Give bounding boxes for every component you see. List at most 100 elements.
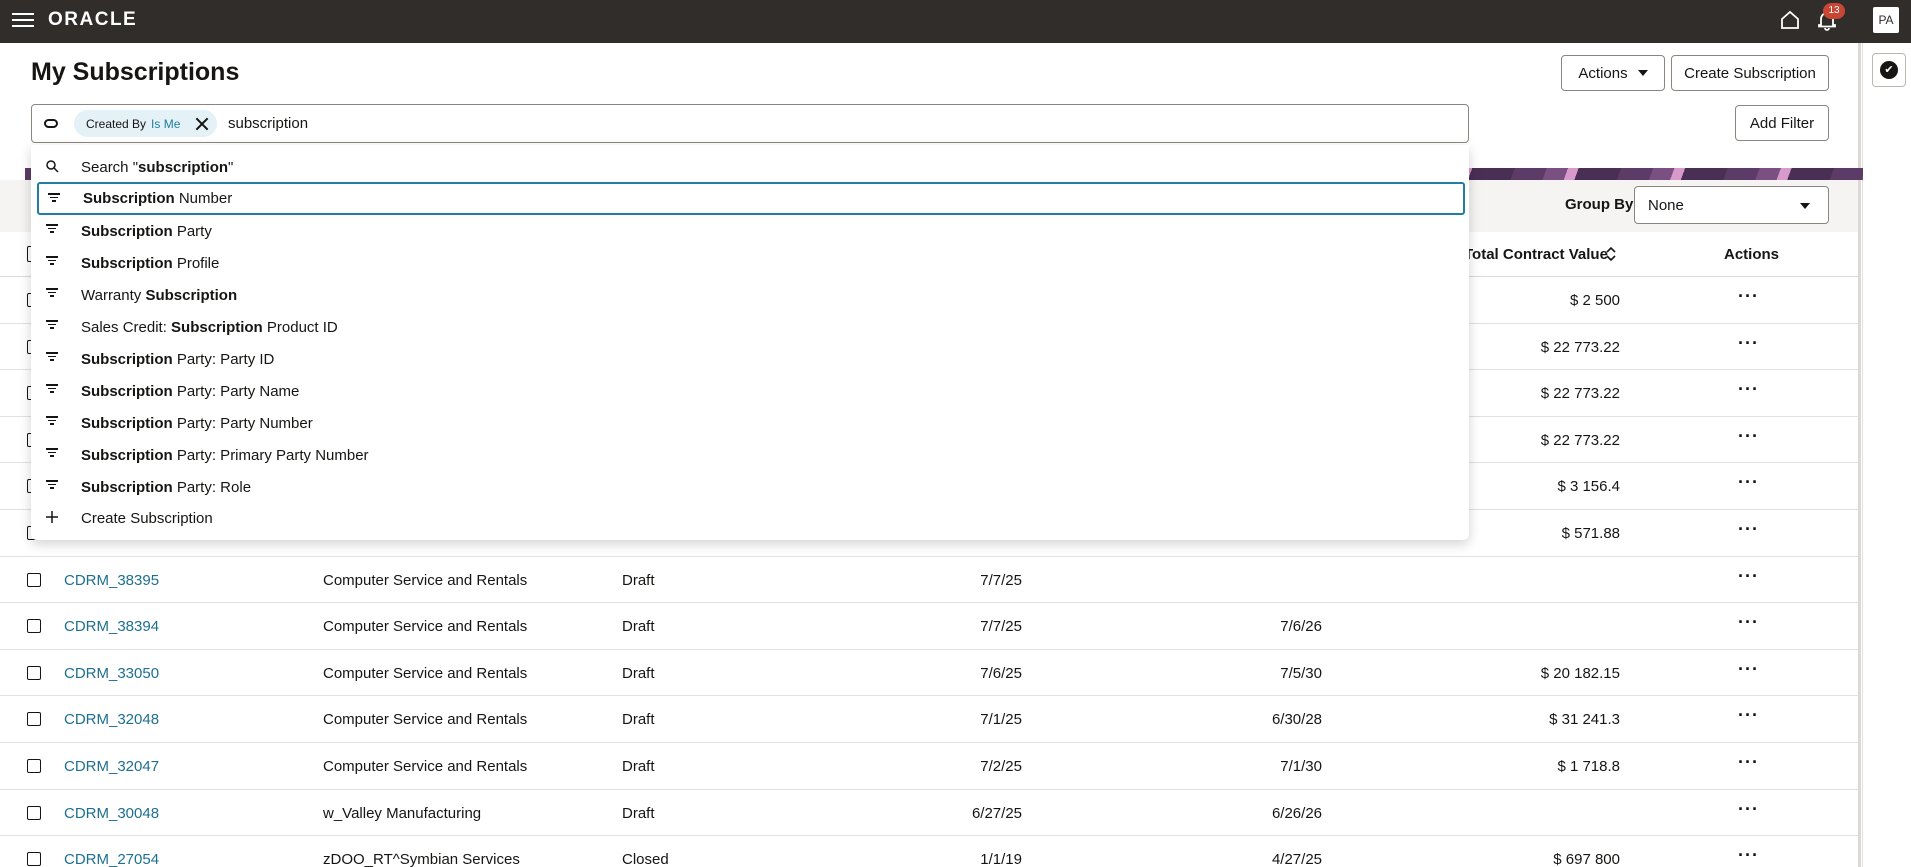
row-status: Closed: [622, 851, 669, 867]
row-more-actions-button[interactable]: ···: [1738, 799, 1759, 820]
filter-toggle-icon[interactable]: [44, 119, 58, 128]
search-input[interactable]: subscription: [228, 115, 308, 132]
create-subscription-option[interactable]: Create Subscription: [31, 502, 1469, 534]
row-checkbox[interactable]: [27, 759, 41, 773]
add-filter-button[interactable]: Add Filter: [1735, 105, 1829, 141]
rail-checkmark-button[interactable]: ✔: [1872, 53, 1906, 87]
suggestion-sales-credit-product-id[interactable]: Sales Credit: Subscription Product ID: [31, 311, 1469, 343]
filter-chip-created-by[interactable]: Created By Is Me: [74, 110, 218, 137]
menu-icon[interactable]: [12, 10, 34, 28]
row-checkbox[interactable]: [27, 805, 41, 820]
suggestion-party-number[interactable]: Subscription Party: Party Number: [31, 407, 1469, 439]
filter-chip-key: Created By: [86, 116, 147, 131]
row-more-actions-button[interactable]: ···: [1738, 566, 1759, 587]
search-keyword-label: Search "subscription": [81, 159, 234, 176]
page-title: My Subscriptions: [31, 58, 240, 86]
sort-icon[interactable]: [1605, 245, 1617, 263]
row-more-actions-button[interactable]: ···: [1738, 845, 1759, 866]
subscription-number-link[interactable]: CDRM_33050: [64, 665, 159, 682]
column-header-total-contract-value[interactable]: Total Contract Value: [1464, 246, 1608, 263]
subscription-number-link[interactable]: CDRM_27054: [64, 851, 159, 867]
group-by-value: None: [1648, 197, 1684, 214]
suggestion-subscription-profile[interactable]: Subscription Profile: [31, 247, 1469, 279]
row-more-actions-button[interactable]: ···: [1738, 519, 1759, 540]
row-start-date: 6/27/25: [971, 804, 1022, 822]
row-more-actions-button[interactable]: ···: [1738, 705, 1759, 726]
suggestion-label: Subscription Number: [83, 190, 233, 207]
actions-button-label: Actions: [1578, 64, 1628, 82]
row-end-date: 6/26/26: [1271, 804, 1322, 822]
row-start-date: 7/1/25: [980, 711, 1022, 729]
close-icon[interactable]: [195, 117, 209, 131]
row-end-date: 7/1/30: [1280, 758, 1322, 775]
row-start-date: 7/7/25: [980, 571, 1022, 589]
suggestion-party-name[interactable]: Subscription Party: Party Name: [31, 375, 1469, 407]
checkmark-icon: ✔: [1880, 61, 1898, 79]
row-more-actions-button[interactable]: ···: [1738, 379, 1759, 400]
row-status: Draft: [622, 758, 655, 775]
subscription-number-link[interactable]: CDRM_32048: [64, 711, 159, 728]
row-party: Computer Service and Rentals: [323, 758, 528, 775]
suggestion-label: Warranty Subscription: [81, 287, 238, 304]
suggestion-party-role[interactable]: Subscription Party: Role: [31, 471, 1469, 503]
group-by-label: Group By: [1565, 196, 1634, 213]
search-suggestions-dropdown: Search "subscription" Subscription Numbe…: [31, 145, 1469, 540]
row-more-actions-button[interactable]: ···: [1738, 659, 1759, 680]
subscription-number-link[interactable]: CDRM_38395: [64, 572, 159, 589]
table-row: CDRM_32047 Computer Service and Rentals …: [0, 743, 1858, 790]
row-checkbox[interactable]: [27, 665, 41, 680]
row-start-date: 7/2/25: [980, 758, 1022, 775]
row-more-actions-button[interactable]: ···: [1738, 612, 1759, 633]
row-more-actions-button[interactable]: ···: [1738, 752, 1759, 773]
row-start-date: 7/6/25: [980, 664, 1022, 682]
row-party: Computer Service and Rentals: [323, 571, 528, 589]
row-status: Draft: [622, 711, 655, 729]
row-more-actions-button[interactable]: ···: [1738, 426, 1759, 447]
suggestion-label: Subscription Party: Role: [81, 479, 252, 496]
suggestion-subscription-number[interactable]: Subscription Number: [37, 182, 1465, 215]
subscription-number-link[interactable]: CDRM_38394: [64, 618, 159, 635]
create-subscription-option-label: Create Subscription: [81, 510, 213, 527]
search-keyword-option[interactable]: Search "subscription": [31, 151, 1469, 183]
row-party: w_Valley Manufacturing: [323, 804, 482, 822]
suggestion-warranty-subscription[interactable]: Warranty Subscription: [31, 279, 1469, 311]
suggestion-subscription-party[interactable]: Subscription Party: [31, 215, 1469, 247]
group-by-select[interactable]: None: [1634, 186, 1829, 224]
subscription-number-link[interactable]: CDRM_30048: [64, 805, 159, 822]
page-scrollbar[interactable]: [1858, 43, 1861, 867]
column-header-actions: Actions: [1724, 246, 1780, 263]
suggestion-label: Subscription Party: Primary Party Number: [81, 447, 369, 464]
table-row: CDRM_33050 Computer Service and Rentals …: [0, 650, 1858, 697]
notification-count-badge: 13: [1823, 3, 1845, 19]
row-end-date: 7/6/26: [1280, 618, 1322, 636]
smart-search-bar[interactable]: Created By Is Me subscription: [31, 104, 1469, 143]
row-checkbox[interactable]: [27, 852, 41, 867]
suggestion-label: Subscription Party: Party ID: [81, 351, 275, 368]
table-row: CDRM_38394 Computer Service and Rentals …: [0, 603, 1858, 650]
row-checkbox[interactable]: [27, 619, 41, 634]
subscription-number-link[interactable]: CDRM_32047: [64, 758, 159, 775]
row-start-date: 1/1/19: [980, 851, 1022, 867]
user-avatar[interactable]: PA: [1873, 7, 1899, 33]
row-start-date: 7/7/25: [980, 618, 1022, 636]
suggestion-primary-party-number[interactable]: Subscription Party: Primary Party Number: [31, 439, 1469, 471]
row-checkbox[interactable]: [27, 572, 41, 587]
row-status: Draft: [622, 571, 655, 589]
suggestion-label: Subscription Party: Party Number: [81, 415, 313, 432]
row-more-actions-button[interactable]: ···: [1738, 286, 1759, 307]
row-checkbox[interactable]: [27, 712, 41, 727]
row-more-actions-button[interactable]: ···: [1738, 333, 1759, 354]
filter-icon: [45, 319, 59, 333]
row-total-contract-value: $ 20 182.15: [1540, 664, 1620, 682]
table-row: CDRM_38395 Computer Service and Rentals …: [0, 557, 1858, 604]
row-end-date: 4/27/25: [1271, 851, 1322, 867]
actions-menu-button[interactable]: Actions: [1561, 55, 1665, 91]
row-party: Computer Service and Rentals: [323, 711, 528, 729]
row-more-actions-button[interactable]: ···: [1738, 472, 1759, 493]
row-total-contract-value: $ 697 800: [1553, 851, 1620, 867]
suggestion-label: Subscription Profile: [81, 255, 220, 272]
suggestion-party-id[interactable]: Subscription Party: Party ID: [31, 343, 1469, 375]
row-status: Draft: [622, 804, 655, 822]
create-subscription-button[interactable]: Create Subscription: [1671, 55, 1829, 91]
home-icon[interactable]: [1778, 8, 1802, 32]
